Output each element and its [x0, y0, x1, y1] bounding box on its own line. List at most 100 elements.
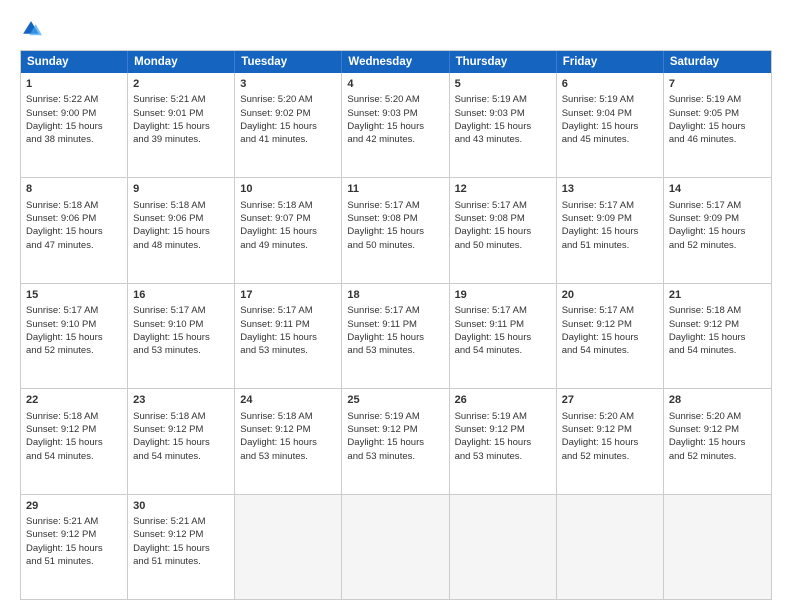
day-info: Sunrise: 5:21 AM	[26, 515, 122, 528]
day-info: and 52 minutes.	[26, 344, 122, 357]
day-info: Daylight: 15 hours	[240, 120, 336, 133]
calendar-cell: 3Sunrise: 5:20 AMSunset: 9:02 PMDaylight…	[235, 73, 342, 177]
calendar-cell: 7Sunrise: 5:19 AMSunset: 9:05 PMDaylight…	[664, 73, 771, 177]
day-info: and 53 minutes.	[240, 344, 336, 357]
header-day: Thursday	[450, 51, 557, 73]
day-info: Daylight: 15 hours	[26, 225, 122, 238]
day-number: 18	[347, 288, 443, 303]
day-number: 13	[562, 182, 658, 197]
day-info: Sunrise: 5:17 AM	[455, 199, 551, 212]
day-info: Sunset: 9:12 PM	[26, 423, 122, 436]
calendar-cell	[664, 495, 771, 599]
day-info: Daylight: 15 hours	[669, 225, 766, 238]
day-info: and 48 minutes.	[133, 239, 229, 252]
day-info: Sunrise: 5:19 AM	[562, 93, 658, 106]
day-info: Sunset: 9:09 PM	[669, 212, 766, 225]
day-number: 29	[26, 499, 122, 514]
day-info: Sunset: 9:12 PM	[133, 423, 229, 436]
day-number: 28	[669, 393, 766, 408]
calendar-cell: 24Sunrise: 5:18 AMSunset: 9:12 PMDayligh…	[235, 389, 342, 493]
day-info: Sunrise: 5:19 AM	[455, 410, 551, 423]
calendar-body: 1Sunrise: 5:22 AMSunset: 9:00 PMDaylight…	[21, 73, 771, 599]
day-info: and 54 minutes.	[455, 344, 551, 357]
day-info: Sunset: 9:12 PM	[669, 423, 766, 436]
day-info: Daylight: 15 hours	[669, 436, 766, 449]
day-number: 8	[26, 182, 122, 197]
day-number: 17	[240, 288, 336, 303]
calendar-cell: 9Sunrise: 5:18 AMSunset: 9:06 PMDaylight…	[128, 178, 235, 282]
day-info: and 54 minutes.	[26, 450, 122, 463]
day-info: Sunset: 9:12 PM	[562, 423, 658, 436]
day-info: Daylight: 15 hours	[26, 436, 122, 449]
header-day: Sunday	[21, 51, 128, 73]
calendar-cell	[235, 495, 342, 599]
day-info: Sunset: 9:05 PM	[669, 107, 766, 120]
day-number: 5	[455, 77, 551, 92]
day-number: 27	[562, 393, 658, 408]
day-number: 19	[455, 288, 551, 303]
day-info: Sunset: 9:10 PM	[133, 318, 229, 331]
calendar: SundayMondayTuesdayWednesdayThursdayFrid…	[20, 50, 772, 600]
day-info: Daylight: 15 hours	[240, 225, 336, 238]
day-info: Sunrise: 5:21 AM	[133, 515, 229, 528]
calendar-cell: 17Sunrise: 5:17 AMSunset: 9:11 PMDayligh…	[235, 284, 342, 388]
day-info: and 41 minutes.	[240, 133, 336, 146]
header-day: Wednesday	[342, 51, 449, 73]
day-info: and 42 minutes.	[347, 133, 443, 146]
day-info: Daylight: 15 hours	[669, 331, 766, 344]
day-info: Daylight: 15 hours	[133, 120, 229, 133]
day-info: Daylight: 15 hours	[133, 542, 229, 555]
day-info: Sunrise: 5:17 AM	[669, 199, 766, 212]
day-number: 25	[347, 393, 443, 408]
day-info: Daylight: 15 hours	[455, 225, 551, 238]
calendar-cell: 23Sunrise: 5:18 AMSunset: 9:12 PMDayligh…	[128, 389, 235, 493]
day-info: Sunset: 9:01 PM	[133, 107, 229, 120]
day-info: and 51 minutes.	[26, 555, 122, 568]
day-info: and 51 minutes.	[133, 555, 229, 568]
calendar-row: 15Sunrise: 5:17 AMSunset: 9:10 PMDayligh…	[21, 283, 771, 388]
day-number: 3	[240, 77, 336, 92]
day-info: and 54 minutes.	[562, 344, 658, 357]
calendar-cell: 5Sunrise: 5:19 AMSunset: 9:03 PMDaylight…	[450, 73, 557, 177]
day-info: Daylight: 15 hours	[455, 120, 551, 133]
calendar-row: 22Sunrise: 5:18 AMSunset: 9:12 PMDayligh…	[21, 388, 771, 493]
day-info: Daylight: 15 hours	[562, 225, 658, 238]
day-info: and 53 minutes.	[240, 450, 336, 463]
day-info: and 51 minutes.	[562, 239, 658, 252]
calendar-cell: 18Sunrise: 5:17 AMSunset: 9:11 PMDayligh…	[342, 284, 449, 388]
day-info: Sunrise: 5:18 AM	[26, 410, 122, 423]
day-info: Daylight: 15 hours	[347, 331, 443, 344]
day-number: 2	[133, 77, 229, 92]
day-info: Sunrise: 5:20 AM	[562, 410, 658, 423]
calendar-cell: 21Sunrise: 5:18 AMSunset: 9:12 PMDayligh…	[664, 284, 771, 388]
day-info: Sunset: 9:07 PM	[240, 212, 336, 225]
day-info: and 38 minutes.	[26, 133, 122, 146]
day-info: Daylight: 15 hours	[669, 120, 766, 133]
day-number: 21	[669, 288, 766, 303]
day-info: and 49 minutes.	[240, 239, 336, 252]
calendar-row: 29Sunrise: 5:21 AMSunset: 9:12 PMDayligh…	[21, 494, 771, 599]
day-info: Sunset: 9:11 PM	[240, 318, 336, 331]
day-info: Sunset: 9:03 PM	[347, 107, 443, 120]
day-info: Sunset: 9:12 PM	[133, 528, 229, 541]
header-day: Monday	[128, 51, 235, 73]
day-info: Sunrise: 5:17 AM	[240, 304, 336, 317]
calendar-cell: 27Sunrise: 5:20 AMSunset: 9:12 PMDayligh…	[557, 389, 664, 493]
day-info: Sunset: 9:12 PM	[26, 528, 122, 541]
header-day: Friday	[557, 51, 664, 73]
day-info: Sunrise: 5:19 AM	[669, 93, 766, 106]
day-info: Sunrise: 5:17 AM	[562, 199, 658, 212]
day-info: Daylight: 15 hours	[133, 436, 229, 449]
day-number: 22	[26, 393, 122, 408]
day-info: and 53 minutes.	[455, 450, 551, 463]
day-info: Daylight: 15 hours	[26, 331, 122, 344]
calendar-cell: 10Sunrise: 5:18 AMSunset: 9:07 PMDayligh…	[235, 178, 342, 282]
day-info: Sunrise: 5:17 AM	[562, 304, 658, 317]
calendar-cell: 6Sunrise: 5:19 AMSunset: 9:04 PMDaylight…	[557, 73, 664, 177]
calendar-cell: 4Sunrise: 5:20 AMSunset: 9:03 PMDaylight…	[342, 73, 449, 177]
day-info: Sunset: 9:06 PM	[26, 212, 122, 225]
day-info: Daylight: 15 hours	[26, 542, 122, 555]
calendar-cell	[450, 495, 557, 599]
day-info: Daylight: 15 hours	[562, 120, 658, 133]
calendar-cell: 14Sunrise: 5:17 AMSunset: 9:09 PMDayligh…	[664, 178, 771, 282]
